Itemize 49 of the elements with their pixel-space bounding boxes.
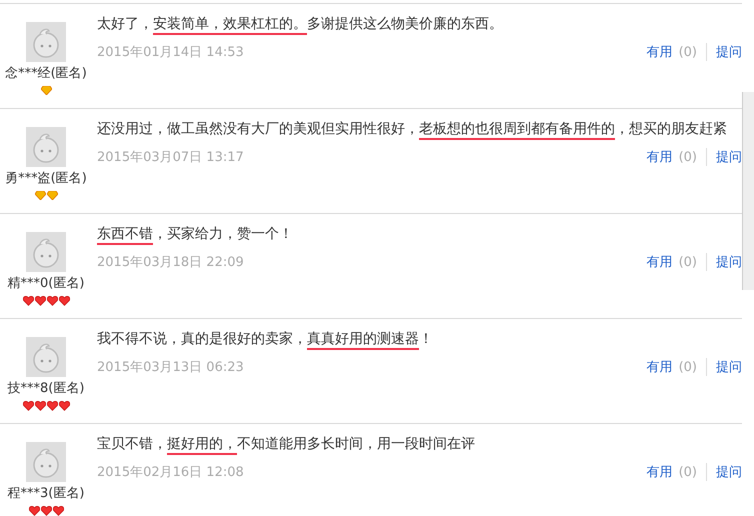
review-date: 2015年02月16日 12:08	[97, 464, 244, 481]
avatar-icon	[26, 442, 66, 482]
ask-link[interactable]: 提问	[716, 253, 742, 271]
review-date: 2015年03月07日 13:17	[97, 149, 244, 166]
avatar-icon	[26, 337, 66, 377]
heart-icon	[46, 401, 58, 411]
review-text: 太好了，安装简单，效果杠杠的。多谢提供这么物美价廉的东西。	[97, 13, 742, 35]
useful-link[interactable]: 有用	[646, 253, 673, 271]
review-text: 宝贝不错，挺好用的，不知道能用多长时间，用一段时间在评	[97, 433, 742, 455]
ask-link[interactable]: 提问	[716, 463, 742, 481]
user-name: 技***8(匿名)	[8, 381, 84, 397]
review-date: 2015年03月18日 22:09	[97, 254, 244, 271]
useful-link[interactable]: 有用	[646, 358, 673, 376]
heart-icon	[34, 296, 46, 306]
avatar-icon	[26, 127, 66, 167]
avatar-icon	[26, 22, 66, 62]
ask-link[interactable]: 提问	[716, 148, 742, 166]
heart-icon	[34, 401, 46, 411]
heart-icon	[52, 506, 64, 516]
useful-link[interactable]: 有用	[646, 43, 673, 61]
avatar-icon	[26, 232, 66, 272]
review-text: 东西不错，买家给力，赞一个！	[97, 223, 742, 245]
heart-icon	[22, 401, 34, 411]
user-name: 勇***盗(匿名)	[5, 171, 87, 187]
review-date: 2015年03月13日 06:23	[97, 359, 244, 376]
useful-count: (0)	[678, 44, 697, 60]
ask-link[interactable]: 提问	[716, 43, 742, 61]
review-date: 2015年01月14日 14:53	[97, 44, 244, 61]
diamond-icon	[46, 191, 58, 200]
user-name: 精***0(匿名)	[8, 276, 84, 292]
review-text: 我不得不说，真的是很好的卖家，真真好用的测速器！	[97, 328, 742, 350]
useful-count: (0)	[678, 254, 697, 270]
heart-icon	[22, 296, 34, 306]
heart-icon	[58, 401, 70, 411]
user-name: 念***经(匿名)	[5, 66, 87, 82]
heart-icon	[40, 506, 52, 516]
heart-icon	[46, 296, 58, 306]
ask-link[interactable]: 提问	[716, 358, 742, 376]
review-text: 还没用过，做工虽然没有大厂的美观但实用性很好，老板想的也很周到都有备用件的，想买的朋友赶紧	[97, 118, 742, 140]
diamond-icon	[34, 191, 46, 200]
diamond-icon	[40, 86, 52, 95]
useful-count: (0)	[678, 360, 697, 374]
user-name: 程***3(匿名)	[8, 486, 84, 502]
useful-link[interactable]: 有用	[646, 463, 673, 481]
useful-count: (0)	[678, 150, 697, 164]
heart-icon	[58, 296, 70, 306]
heart-icon	[28, 506, 40, 516]
useful-link[interactable]: 有用	[646, 148, 673, 166]
useful-count: (0)	[678, 464, 697, 480]
